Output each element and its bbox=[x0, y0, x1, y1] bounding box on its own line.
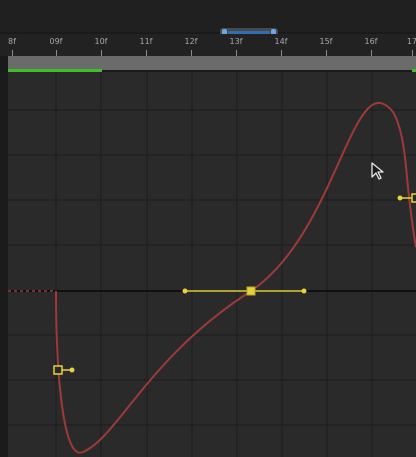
key1-keyframe[interactable] bbox=[53, 365, 63, 375]
timeline-track[interactable] bbox=[8, 56, 416, 70]
frame-label: 14f bbox=[274, 37, 288, 46]
frame-label: 15f bbox=[319, 37, 333, 46]
frame-label: 09f bbox=[49, 37, 63, 46]
left-gutter bbox=[0, 72, 8, 457]
key2-tangent-right-handle[interactable] bbox=[301, 288, 307, 294]
graph-editor: 8f 09f 10f 11f 12f 13f 14f 15f 16f 17 bbox=[0, 0, 416, 457]
frame-label: 11f bbox=[139, 37, 153, 46]
frame-label: 13f bbox=[229, 37, 243, 46]
key2-keyframe-selected[interactable] bbox=[246, 286, 256, 296]
frame-label: 8f bbox=[8, 37, 16, 46]
key1-tangent-handle[interactable] bbox=[69, 367, 75, 373]
key3-tangent-handle[interactable] bbox=[397, 195, 403, 201]
frame-ruler[interactable]: 8f 09f 10f 11f 12f 13f 14f 15f 16f 17 bbox=[0, 34, 416, 56]
top-bar bbox=[0, 0, 416, 32]
curve-graph[interactable] bbox=[8, 72, 416, 457]
frame-label: 12f bbox=[184, 37, 198, 46]
frame-label: 17 bbox=[406, 37, 416, 46]
frame-label: 16f bbox=[364, 37, 378, 46]
key2-tangent-left-handle[interactable] bbox=[182, 288, 188, 294]
key3-keyframe[interactable] bbox=[411, 193, 416, 203]
frame-label: 10f bbox=[94, 37, 108, 46]
